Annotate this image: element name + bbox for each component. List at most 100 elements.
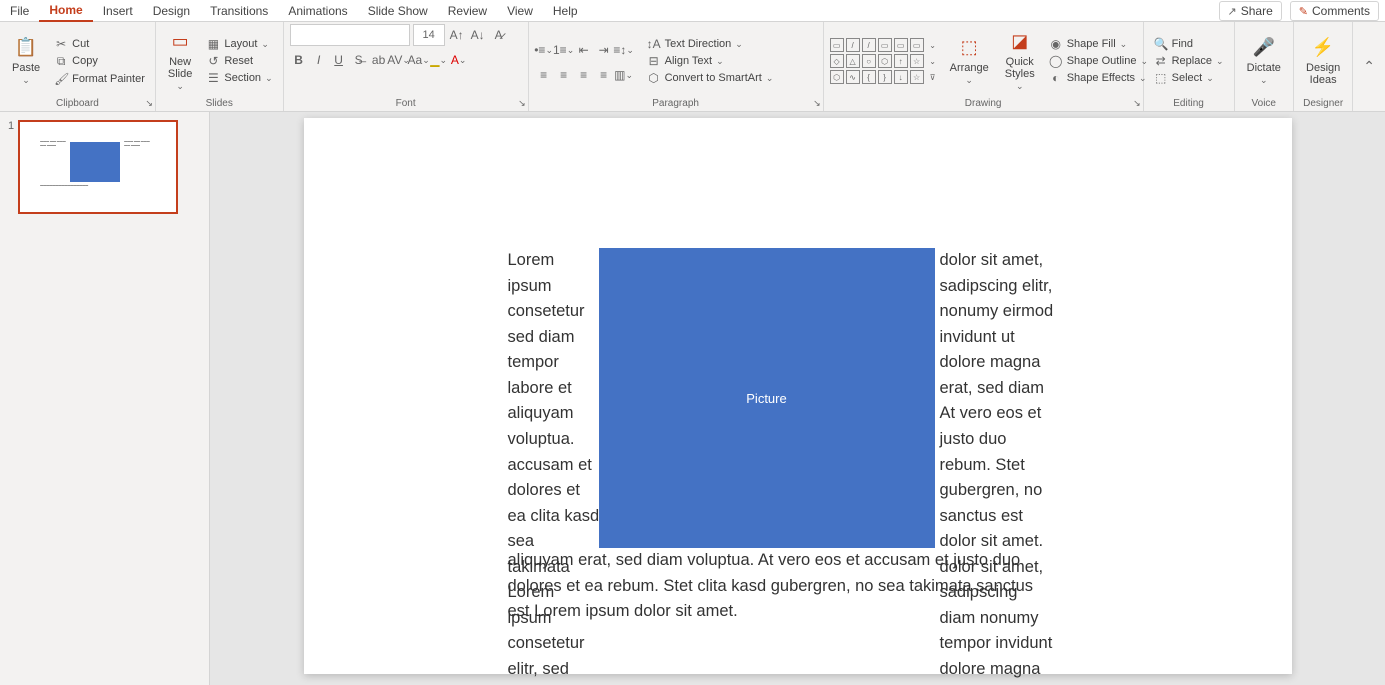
layout-button[interactable]: ▦Layout (202, 36, 276, 52)
tab-help[interactable]: Help (543, 1, 588, 21)
bullets-button[interactable]: •≡ (535, 41, 553, 59)
paste-button[interactable]: 📋 Paste (6, 34, 46, 88)
clear-format-icon[interactable]: A̷ (490, 26, 508, 44)
justify-button[interactable]: ≡ (595, 66, 613, 84)
collapse-ribbon-icon[interactable]: ⌃ (1353, 58, 1385, 75)
slide-editor: Lorem ipsum consetetur sed diam tempor l… (210, 112, 1385, 685)
convert-smartart-button[interactable]: ⬡Convert to SmartArt (643, 70, 778, 86)
tab-home[interactable]: Home (39, 0, 92, 22)
paste-label: Paste (12, 62, 40, 86)
quick-styles-icon: ◪ (1008, 30, 1032, 54)
numbering-button[interactable]: 1≡ (555, 41, 573, 59)
dialog-launcher-icon[interactable]: ↘ (145, 98, 153, 109)
ribbon: 📋 Paste ✂Cut ⧉Copy 🖌 Format Painter Clipb… (0, 22, 1385, 112)
tab-design[interactable]: Design (143, 1, 200, 21)
tabs-bar: File Home Insert Design Transitions Anim… (0, 0, 1385, 22)
thumb-text: ▬▬▬ ▬▬ ▬▬▬ ▬▬ ▬▬▬ (124, 140, 156, 147)
share-button[interactable]: Share (1219, 1, 1282, 21)
increase-font-icon[interactable]: A↑ (448, 26, 466, 44)
clipboard-group-label: Clipboard (6, 98, 149, 111)
tab-slideshow[interactable]: Slide Show (358, 1, 438, 21)
paste-icon: 📋 (14, 36, 38, 60)
dialog-launcher-icon[interactable]: ↘ (518, 98, 526, 109)
dialog-launcher-icon[interactable]: ↘ (813, 98, 821, 109)
tab-transitions[interactable]: Transitions (200, 1, 278, 21)
fill-label: Shape Fill (1067, 38, 1116, 50)
text-direction-button[interactable]: ↕AText Direction (643, 36, 778, 52)
align-left-button[interactable]: ≡ (535, 66, 553, 84)
text-direction-label: Text Direction (665, 38, 732, 50)
shapes-gallery[interactable]: ▭//▭▭▭⌄ ◇△○⬡↑☆⌄ ⬡∿{}↓☆⊽ (830, 38, 940, 84)
spacing-button[interactable]: AV (390, 51, 408, 69)
brush-icon: 🖌 (54, 72, 68, 86)
slide-thumbnail-1[interactable]: ▬▬▬ ▬▬ ▬▬▬ ▬▬ ▬▬▬ ▬▬▬ ▬▬ ▬▬▬ ▬▬ ▬▬▬ ▬▬▬▬… (18, 120, 178, 214)
text-bottom[interactable]: aliquyam erat, sed diam voluptua. At ver… (508, 548, 1053, 625)
cut-button[interactable]: ✂Cut (50, 36, 149, 52)
arrange-label: Arrange (950, 62, 989, 86)
quick-styles-label: Quick Styles (1005, 56, 1035, 92)
align-right-button[interactable]: ≡ (575, 66, 593, 84)
align-center-button[interactable]: ≡ (555, 66, 573, 84)
section-button[interactable]: ☰Section (202, 70, 276, 86)
shadow-button[interactable]: ab (370, 51, 388, 69)
case-button[interactable]: Aa (410, 51, 428, 69)
comments-icon (1299, 4, 1308, 18)
new-slide-icon: ▭ (168, 30, 192, 54)
shape-outline-button[interactable]: ◯Shape Outline (1045, 53, 1152, 69)
replace-icon: ⇄ (1154, 54, 1168, 68)
font-name-select[interactable] (290, 24, 410, 46)
strike-button[interactable]: S̶ (350, 51, 368, 69)
indent-button[interactable]: ⇥ (595, 41, 613, 59)
design-ideas-button[interactable]: ⚡ Design Ideas (1300, 34, 1346, 88)
find-icon: 🔍 (1154, 37, 1168, 51)
copy-button[interactable]: ⧉Copy (50, 53, 149, 70)
font-group-label: Font (290, 98, 522, 111)
find-button[interactable]: 🔍Find (1150, 36, 1228, 52)
font-size-select[interactable] (413, 24, 445, 46)
italic-button[interactable]: I (310, 51, 328, 69)
align-text-button[interactable]: ⊟Align Text (643, 53, 778, 69)
quick-styles-button[interactable]: ◪ Quick Styles (999, 28, 1041, 94)
highlight-button[interactable]: ▁ (430, 51, 448, 69)
underline-button[interactable]: U (330, 51, 348, 69)
comments-label: Comments (1312, 4, 1370, 18)
design-ideas-label: Design Ideas (1306, 62, 1340, 86)
new-slide-button[interactable]: ▭ New Slide (162, 28, 198, 94)
format-painter-label: Format Painter (72, 73, 145, 85)
outline-icon: ◯ (1049, 54, 1063, 68)
dictate-button[interactable]: 🎤 Dictate (1241, 34, 1288, 88)
editing-group-label: Editing (1150, 98, 1228, 111)
decrease-font-icon[interactable]: A↓ (469, 26, 487, 44)
select-icon: ⬚ (1154, 71, 1168, 85)
new-slide-label: New Slide (168, 56, 192, 92)
tab-insert[interactable]: Insert (93, 1, 143, 21)
font-color-button[interactable]: A (450, 51, 468, 69)
replace-button[interactable]: ⇄ Replace (1150, 53, 1228, 69)
bold-button[interactable]: B (290, 51, 308, 69)
cut-label: Cut (72, 38, 89, 50)
comments-button[interactable]: Comments (1290, 1, 1379, 21)
outdent-button[interactable]: ⇤ (575, 41, 593, 59)
format-painter-button[interactable]: 🖌 Format Painter (50, 71, 149, 87)
reset-icon: ↺ (206, 54, 220, 68)
section-label: Section (224, 72, 261, 84)
shape-fill-button[interactable]: ◉Shape Fill (1045, 36, 1152, 52)
slide-canvas[interactable]: Lorem ipsum consetetur sed diam tempor l… (304, 118, 1292, 674)
paragraph-group-label: Paragraph (535, 98, 817, 111)
tab-view[interactable]: View (497, 1, 543, 21)
select-button[interactable]: ⬚Select (1150, 70, 1228, 86)
line-spacing-button[interactable]: ≡↕ (615, 41, 633, 59)
effects-icon: ◐ (1049, 71, 1063, 85)
replace-label: Replace (1172, 55, 1212, 67)
tab-animations[interactable]: Animations (278, 1, 357, 21)
group-clipboard: 📋 Paste ✂Cut ⧉Copy 🖌 Format Painter Clipb… (0, 22, 156, 111)
columns-button[interactable]: ▥ (615, 66, 633, 84)
arrange-button[interactable]: ⬚ Arrange (944, 34, 995, 88)
shape-effects-button[interactable]: ◐Shape Effects (1045, 70, 1152, 86)
reset-button[interactable]: ↺Reset (202, 53, 276, 69)
picture-placeholder[interactable]: Picture (599, 248, 935, 548)
thumbnail-panel: 1 ▬▬▬ ▬▬ ▬▬▬ ▬▬ ▬▬▬ ▬▬▬ ▬▬ ▬▬▬ ▬▬ ▬▬▬ ▬▬… (0, 112, 210, 685)
tab-review[interactable]: Review (438, 1, 497, 21)
dialog-launcher-icon[interactable]: ↘ (1133, 98, 1141, 109)
tab-file[interactable]: File (0, 1, 39, 21)
